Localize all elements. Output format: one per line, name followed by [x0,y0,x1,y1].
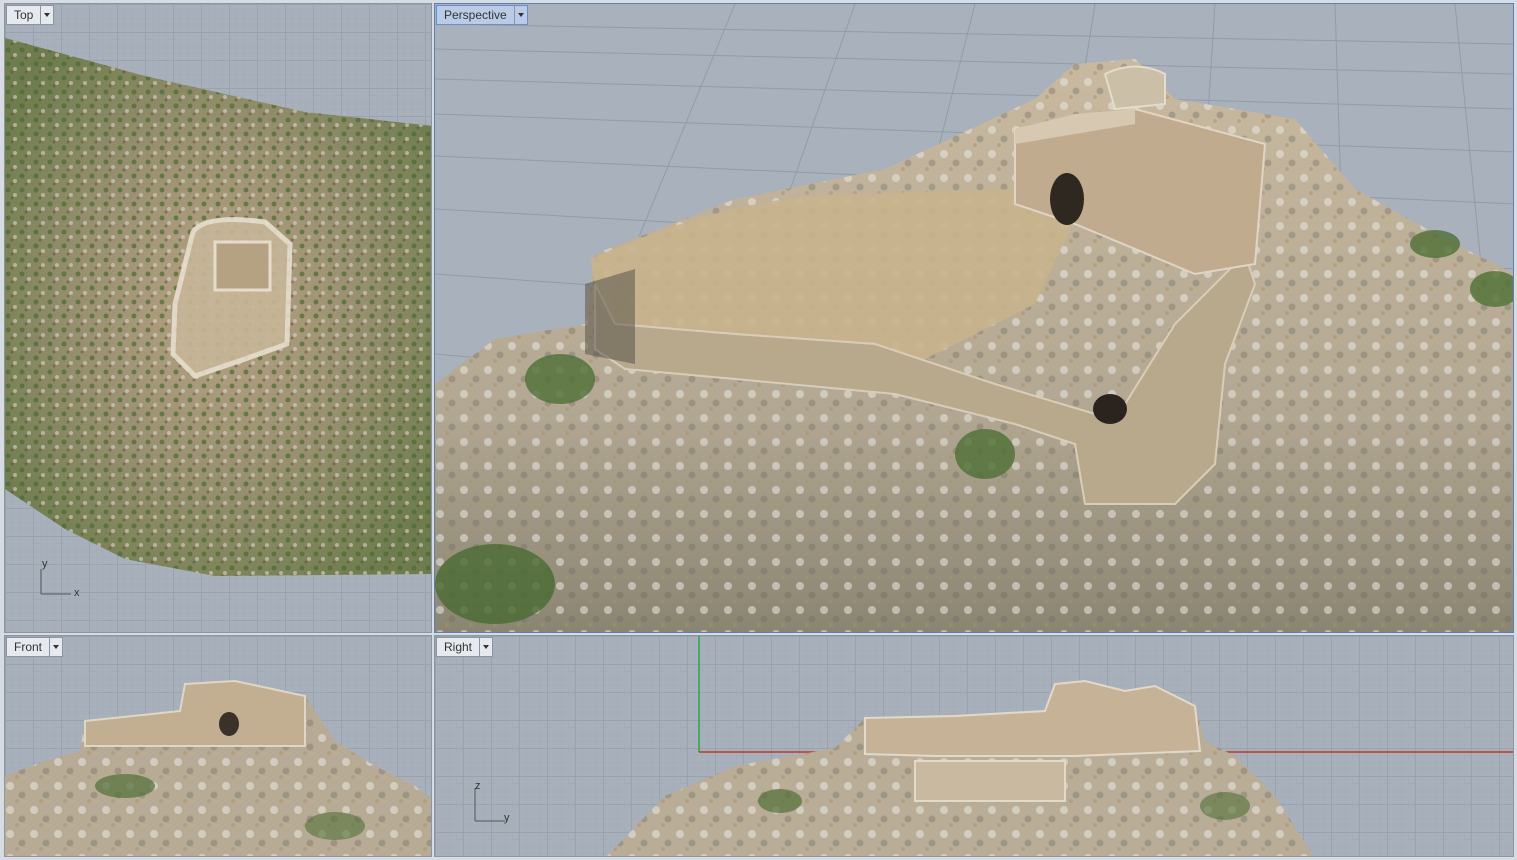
axis-label-y: y [504,812,510,824]
chevron-down-icon[interactable] [479,638,492,656]
viewport-tab-front[interactable]: Front [6,637,64,657]
mesh-perspective-view[interactable] [435,4,1514,633]
mesh-top-view[interactable] [5,4,432,633]
mesh-right-view[interactable] [435,636,1514,857]
axis-label-y: y [42,558,48,570]
viewport-perspective[interactable]: Perspective [434,3,1514,633]
viewport-tab-top[interactable]: Top [6,5,55,25]
viewport-top[interactable]: Top y x [4,3,432,633]
chevron-down-icon[interactable] [40,6,53,24]
viewport-right[interactable]: Right z y [434,635,1514,857]
axis-label-z: z [475,780,481,792]
viewport-label: Perspective [444,8,507,22]
mesh-front-view[interactable] [5,636,432,857]
chevron-down-icon[interactable] [49,638,62,656]
axis-label-x: x [74,587,80,599]
viewport-front[interactable]: Front [4,635,432,857]
chevron-down-icon[interactable] [513,6,527,24]
viewport-tab-perspective[interactable]: Perspective [436,5,528,25]
viewport-tab-right[interactable]: Right [436,637,494,657]
viewport-label: Right [444,640,473,654]
viewport-label: Front [14,640,43,654]
viewport-label: Top [14,8,34,22]
